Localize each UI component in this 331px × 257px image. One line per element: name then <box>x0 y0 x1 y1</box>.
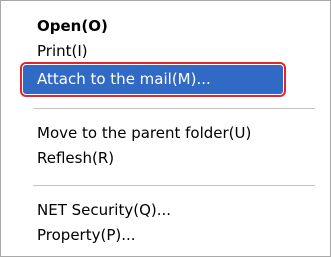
context-menu: Open(O) Print(I) Attach to the mail(M)..… <box>0 0 331 257</box>
menu-item-open[interactable]: Open(O) <box>37 15 108 37</box>
menu-item-print[interactable]: Print(I) <box>37 40 88 62</box>
menu-item-attach-to-mail[interactable]: Attach to the mail(M)... <box>20 62 286 97</box>
menu-item-refresh[interactable]: Reflesh(R) <box>37 147 114 169</box>
menu-separator <box>33 185 315 186</box>
menu-item-move-to-parent-folder[interactable]: Move to the parent folder(U) <box>37 122 251 144</box>
menu-item-net-security[interactable]: NET Security(Q)... <box>37 199 171 221</box>
menu-item-property[interactable]: Property(P)... <box>37 224 136 246</box>
menu-separator <box>33 108 315 109</box>
